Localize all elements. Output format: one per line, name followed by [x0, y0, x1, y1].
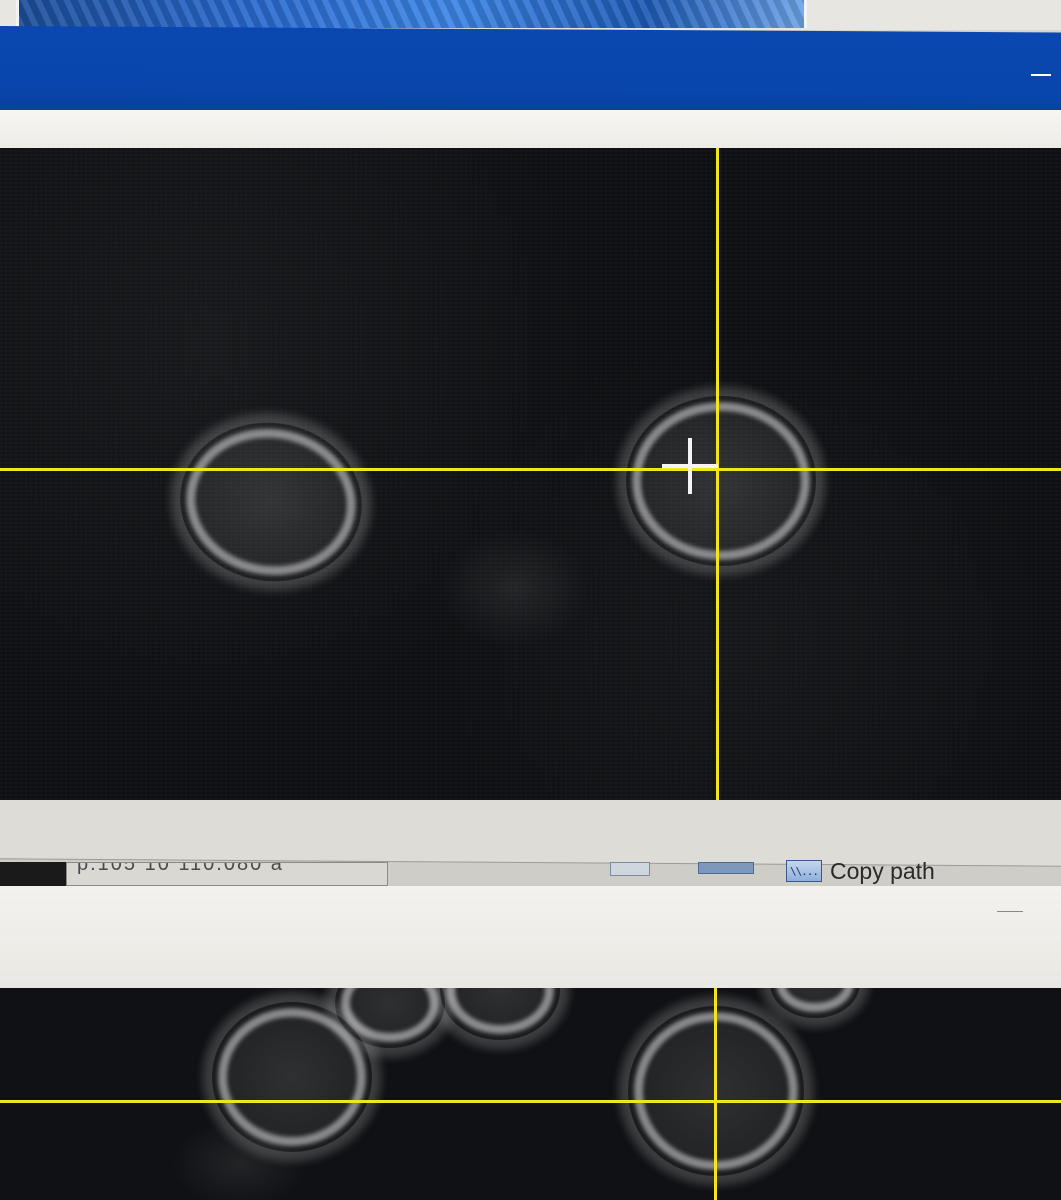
- image-noise: [0, 148, 1061, 800]
- second-image-viewer-canvas[interactable]: [0, 988, 1061, 1200]
- crosshair-horizontal-line[interactable]: [0, 468, 1061, 471]
- faint-cell-2: [170, 1118, 310, 1200]
- status-field-text: p.105 10 110.080 a: [77, 862, 284, 875]
- status-button-1[interactable]: [610, 862, 650, 876]
- second-crosshair-vertical-line[interactable]: [714, 988, 717, 1200]
- cell-b: [335, 988, 445, 1048]
- cell-right: [626, 396, 816, 566]
- status-field: p.105 10 110.080 a: [66, 862, 388, 886]
- crosshair-cursor-icon: [662, 438, 718, 494]
- window-title-bar[interactable]: [0, 26, 1061, 119]
- status-bar-left-block: [0, 862, 68, 886]
- status-button-2[interactable]: [698, 862, 754, 874]
- panel-separator: [0, 800, 1061, 866]
- image-viewer-canvas[interactable]: [0, 148, 1061, 800]
- copy-path-icon: \\...: [786, 860, 822, 882]
- minimize-icon[interactable]: [997, 910, 1023, 914]
- faint-cell: [440, 528, 590, 648]
- second-crosshair-horizontal-line[interactable]: [0, 1100, 1061, 1103]
- cell-e: [770, 988, 860, 1018]
- minimize-icon[interactable]: [1029, 70, 1053, 80]
- cell-c: [440, 988, 560, 1040]
- copy-path-label: Copy path: [830, 857, 935, 884]
- toolbar-band: [0, 110, 1061, 150]
- second-window-header: [0, 886, 1061, 988]
- image-thumbnail[interactable]: [16, 0, 807, 28]
- copy-path-button[interactable]: \\... Copy path: [786, 858, 935, 884]
